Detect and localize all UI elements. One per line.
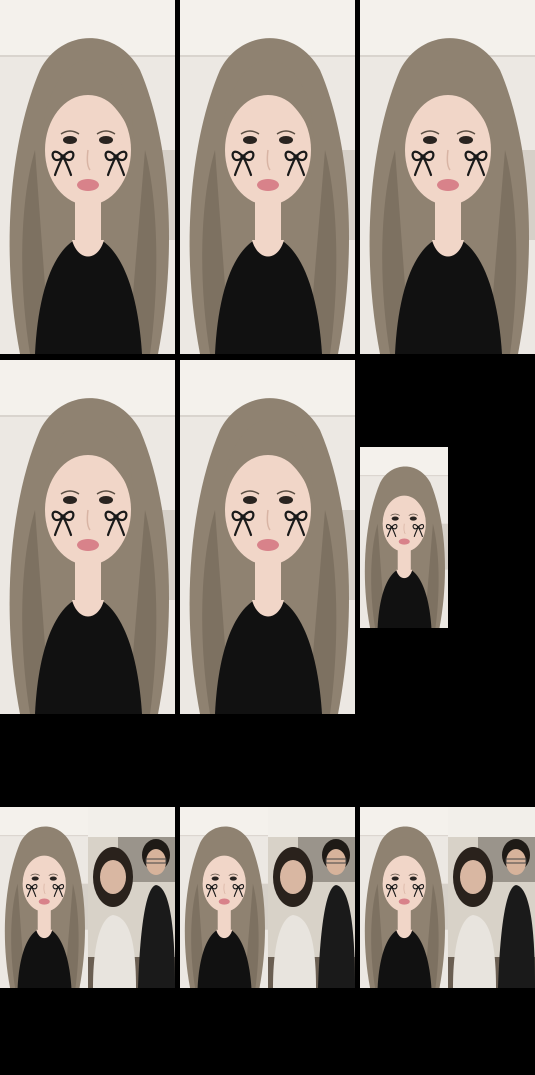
- video-tile-8-split[interactable]: [180, 807, 355, 988]
- split-left-portrait: [180, 807, 268, 988]
- video-tile-2[interactable]: [180, 0, 355, 354]
- video-tile-9-split[interactable]: [360, 807, 535, 988]
- video-tile-3[interactable]: [360, 0, 535, 354]
- portrait-bow-stickers-icon: [360, 807, 448, 988]
- video-tile-5[interactable]: [180, 360, 355, 714]
- portrait-bow-stickers-icon: [180, 0, 355, 354]
- portrait-bow-stickers-icon: [180, 807, 268, 988]
- portrait-bow-stickers-icon: [0, 807, 88, 988]
- video-tile-1[interactable]: [0, 0, 175, 354]
- video-tile-7-split[interactable]: [0, 807, 175, 988]
- friends-scene-icon: [268, 807, 355, 988]
- video-tile-6-small[interactable]: [360, 447, 448, 628]
- split-right-friends: [268, 807, 355, 988]
- friends-scene-icon: [88, 807, 175, 988]
- video-tile-4[interactable]: [0, 360, 175, 714]
- portrait-bow-stickers-icon: [360, 0, 535, 354]
- split-left-portrait: [0, 807, 88, 988]
- split-right-friends: [88, 807, 175, 988]
- split-left-portrait: [360, 807, 448, 988]
- portrait-bow-stickers-icon: [180, 360, 355, 714]
- split-right-friends: [448, 807, 535, 988]
- portrait-bow-stickers-icon: [0, 0, 175, 354]
- video-grid: [0, 0, 535, 1075]
- portrait-bow-stickers-icon: [360, 447, 448, 628]
- portrait-bow-stickers-icon: [0, 360, 175, 714]
- friends-scene-icon: [448, 807, 535, 988]
